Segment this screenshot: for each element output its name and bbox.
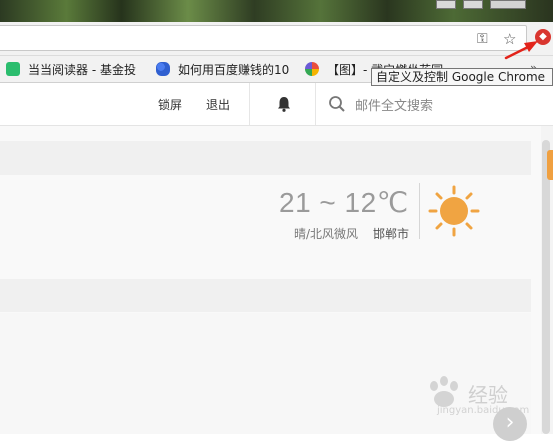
sun-icon bbox=[428, 185, 480, 237]
address-bar-row: ⚿ ☆ ◆ bbox=[0, 22, 553, 56]
divider bbox=[315, 83, 316, 125]
maximize-button[interactable] bbox=[463, 0, 483, 9]
key-icon[interactable]: ⚿ bbox=[477, 32, 488, 46]
bookmark-item[interactable]: 如何用百度赚钱的10 bbox=[156, 60, 289, 78]
colorful-dots-icon bbox=[305, 62, 319, 76]
dangdang-reader-icon bbox=[6, 62, 20, 76]
watermark-brand: 经验 bbox=[468, 383, 508, 407]
lock-screen-link[interactable]: 锁屏 bbox=[158, 96, 182, 113]
extension-icon[interactable]: ◆ bbox=[535, 29, 551, 45]
bell-icon[interactable] bbox=[275, 95, 293, 113]
bookmark-label: 当当阅读器 - 基金投 bbox=[28, 62, 136, 77]
side-tab[interactable] bbox=[547, 150, 553, 180]
divider bbox=[419, 183, 420, 239]
next-button[interactable]: › bbox=[493, 407, 527, 441]
divider bbox=[249, 83, 250, 125]
section-header-band bbox=[0, 279, 531, 312]
weather-city[interactable]: 邯郸市 bbox=[373, 225, 409, 242]
weather-description: 晴/北风微风 bbox=[294, 227, 359, 241]
search-icon[interactable] bbox=[328, 95, 346, 113]
minimize-button[interactable] bbox=[436, 0, 456, 9]
baidu-paw-icon bbox=[156, 62, 170, 76]
address-input[interactable]: ⚿ ☆ bbox=[0, 25, 527, 51]
extension-tooltip: 自定义及控制 Google Chrome bbox=[371, 68, 553, 86]
window-title-bar bbox=[0, 0, 553, 22]
star-icon[interactable]: ☆ bbox=[503, 32, 516, 47]
logout-link[interactable]: 退出 bbox=[206, 96, 230, 113]
bookmark-item[interactable]: 当当阅读器 - 基金投 bbox=[6, 60, 136, 78]
mail-header: 锁屏 退出 邮件全文搜索 bbox=[0, 83, 553, 126]
close-window-button[interactable] bbox=[490, 0, 526, 9]
weather-widget: 21 ~ 12℃ 晴/北风微风 邯郸市 bbox=[0, 175, 531, 261]
bookmark-label: 如何用百度赚钱的10 bbox=[178, 62, 290, 77]
temperature-range: 21 ~ 12℃ bbox=[279, 187, 409, 218]
scrollbar-thumb[interactable] bbox=[542, 140, 550, 434]
section-header-band bbox=[0, 141, 531, 175]
mail-search-input[interactable]: 邮件全文搜索 bbox=[355, 95, 433, 114]
